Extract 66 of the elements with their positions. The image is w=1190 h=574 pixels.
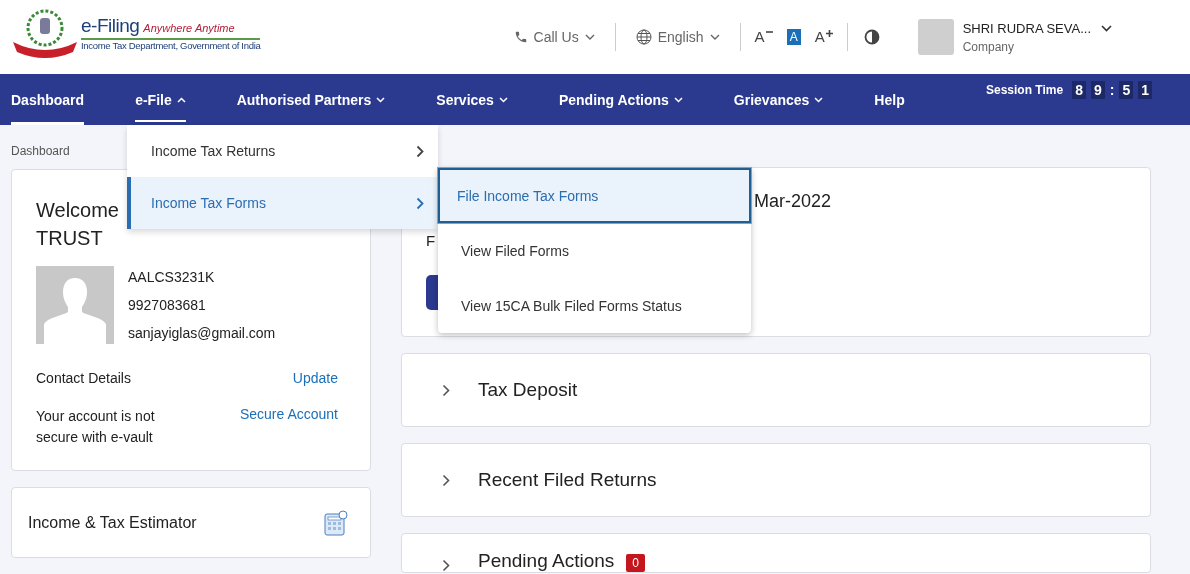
accordion-section[interactable]: Recent Filed Returns bbox=[401, 443, 1151, 517]
card-text: F bbox=[426, 232, 436, 249]
estimator-title: Income & Tax Estimator bbox=[28, 513, 197, 532]
section-title: Tax Deposit bbox=[478, 379, 578, 401]
timer-digit: 1 bbox=[1138, 81, 1152, 99]
estimator-card[interactable]: Income & Tax Estimator bbox=[11, 487, 371, 558]
user-name[interactable]: SHRI RUDRA SEVA... bbox=[962, 20, 1091, 36]
section-title: Pending Actions bbox=[478, 550, 615, 572]
accordion-section[interactable]: Tax Deposit bbox=[401, 353, 1151, 427]
plus-icon bbox=[825, 30, 833, 37]
chevron-icon bbox=[442, 473, 450, 487]
action-button[interactable] bbox=[426, 275, 438, 310]
welcome-heading: TRUST bbox=[36, 226, 103, 251]
avatar bbox=[917, 19, 954, 55]
update-link[interactable]: Update bbox=[292, 370, 338, 386]
section-title: Recent Filed Returns bbox=[478, 469, 657, 491]
nav-item[interactable]: Help bbox=[874, 74, 905, 125]
nav-item[interactable]: Services bbox=[436, 74, 508, 125]
avatar-silhouette-icon bbox=[36, 266, 114, 344]
session-label: Session Time bbox=[986, 83, 1064, 97]
logo-title: e-Filing bbox=[81, 15, 140, 37]
timer-digit: 8 bbox=[1072, 81, 1086, 99]
menu-item[interactable]: Income Tax Forms bbox=[127, 177, 438, 229]
chevron-icon bbox=[442, 383, 450, 397]
time-separator: : bbox=[1109, 82, 1115, 98]
chevron-right-icon bbox=[416, 144, 424, 158]
user-role: Company bbox=[962, 39, 1015, 54]
accordion-section[interactable]: Pending Actions 0 bbox=[401, 533, 1151, 573]
text-size-button[interactable]: A bbox=[812, 29, 835, 45]
language-button[interactable]: English bbox=[627, 29, 728, 45]
secure-account-link[interactable]: Secure Account bbox=[239, 406, 338, 422]
nav-item[interactable]: Dashboard bbox=[11, 74, 85, 125]
text-size-button[interactable]: A bbox=[752, 29, 775, 45]
chevron-down-icon bbox=[584, 34, 595, 40]
card-title: Mar-2022 bbox=[754, 191, 832, 212]
security-notice: Your account is not secure with e-vault bbox=[36, 407, 156, 447]
nav-item[interactable]: e-File bbox=[135, 74, 186, 125]
nav-item[interactable]: Pending Actions bbox=[558, 74, 683, 125]
submenu-item[interactable]: View Filed Forms bbox=[438, 223, 751, 278]
contrast-icon[interactable] bbox=[863, 29, 880, 45]
logo-subtitle: Income Tax Department, Government of India bbox=[81, 40, 261, 51]
nav-item[interactable]: Authorised Partners bbox=[236, 74, 386, 125]
chevron-right-icon bbox=[416, 196, 424, 210]
chevron-down-icon[interactable] bbox=[1101, 24, 1112, 32]
text-size-button[interactable]: A bbox=[786, 29, 801, 45]
timer-digit: 9 bbox=[1090, 81, 1105, 99]
call-us-button[interactable]: Call Us bbox=[505, 29, 603, 45]
phone-icon bbox=[513, 30, 528, 44]
submenu-item[interactable]: File Income Tax Forms bbox=[438, 168, 751, 223]
emblem-logo-icon bbox=[11, 8, 79, 58]
phone-number: 9927083681 bbox=[128, 297, 207, 313]
email-address: sanjayiglas@gmail.com bbox=[128, 325, 276, 341]
nav-item[interactable]: Grievances bbox=[733, 74, 824, 125]
chevron-icon bbox=[442, 559, 450, 572]
welcome-heading: Welcome bbox=[36, 198, 119, 223]
count-badge: 0 bbox=[626, 554, 645, 572]
logo-tagline: Anywhere Anytime bbox=[143, 22, 235, 34]
chevron-down-icon bbox=[709, 34, 720, 40]
calculator-icon bbox=[324, 509, 348, 536]
timer-digit: 5 bbox=[1119, 81, 1134, 99]
pan-number: AALCS3231K bbox=[128, 269, 216, 285]
menu-item[interactable]: Income Tax Returns bbox=[127, 125, 438, 177]
submenu-item[interactable]: View 15CA Bulk Filed Forms Status bbox=[438, 278, 751, 333]
contact-label: Contact Details bbox=[36, 370, 131, 386]
globe-icon bbox=[635, 29, 652, 45]
minus-icon bbox=[765, 30, 773, 36]
